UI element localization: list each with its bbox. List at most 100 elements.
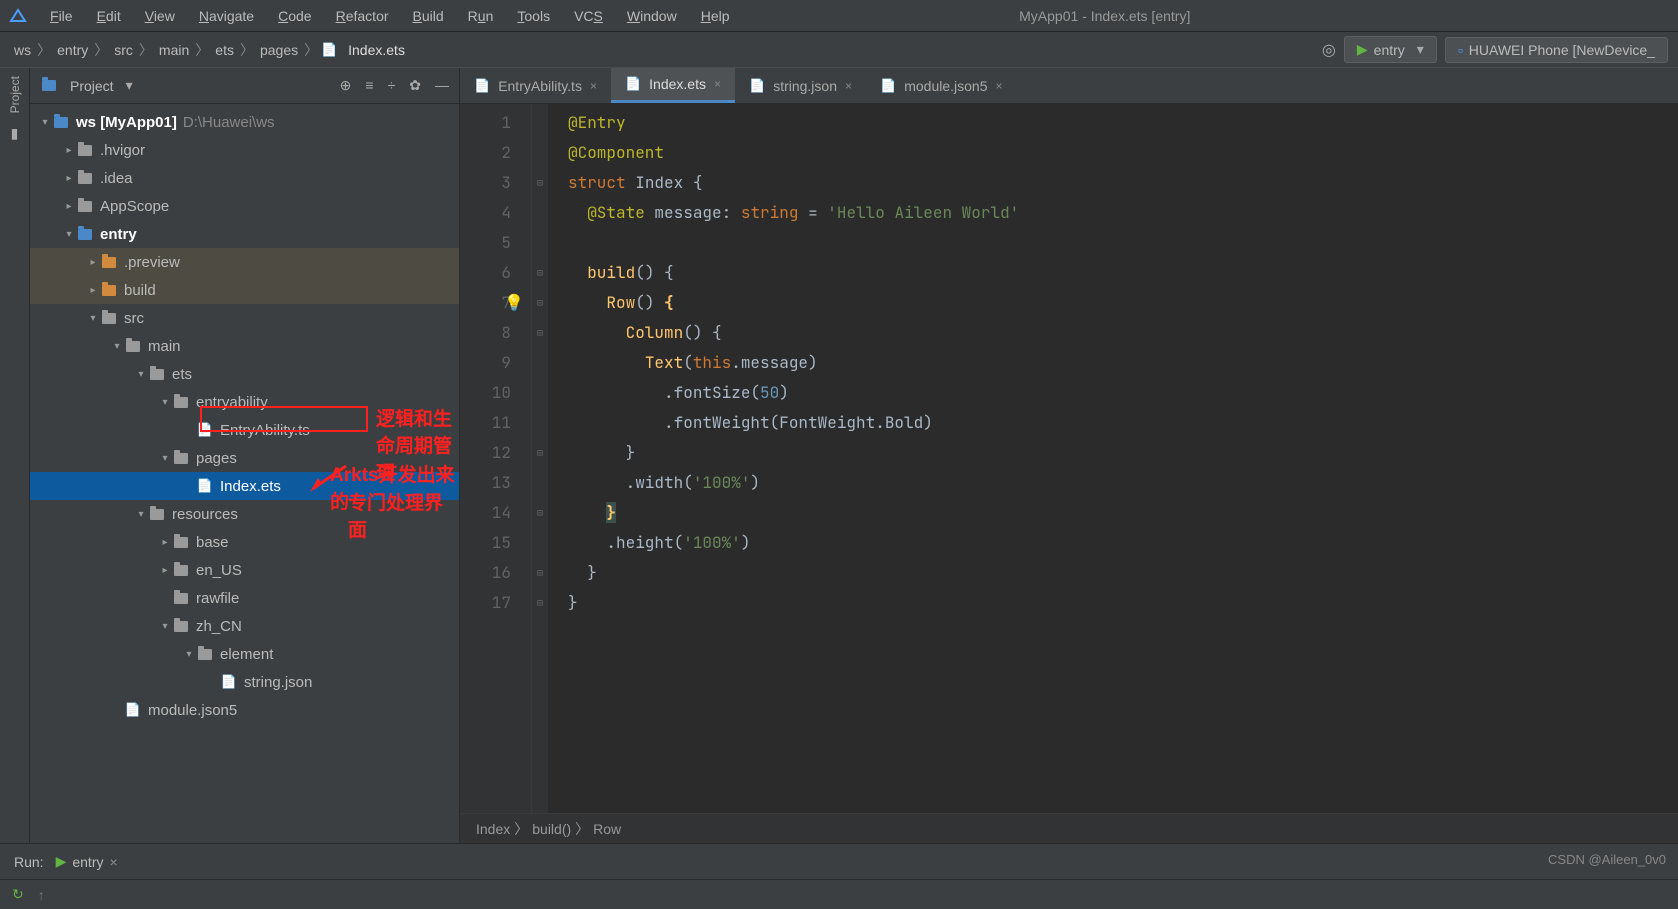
window-title: MyApp01 - Index.ets [entry]: [740, 8, 1671, 24]
tree-item[interactable]: rawfile: [30, 584, 459, 612]
project-tool-button[interactable]: Project: [8, 76, 22, 113]
tree-item[interactable]: ▾entry: [30, 220, 459, 248]
tree-item[interactable]: ▸base: [30, 528, 459, 556]
tree-item[interactable]: ▾ets: [30, 360, 459, 388]
tree-root[interactable]: ▾ ws [MyApp01] D:\Huawei\ws: [30, 108, 459, 136]
tree-item[interactable]: ▸AppScope: [30, 192, 459, 220]
folder-icon: [172, 618, 190, 634]
folder-icon: [100, 254, 118, 270]
ed-crumb[interactable]: build(): [532, 821, 571, 837]
tree-item[interactable]: ▾main: [30, 332, 459, 360]
menu-navigate[interactable]: Navigate: [189, 5, 264, 27]
tree-item[interactable]: 📄Index.ets: [30, 472, 459, 500]
bulb-icon[interactable]: 💡: [504, 288, 524, 318]
menu-window[interactable]: Window: [617, 5, 687, 27]
run-config-selector[interactable]: ▶entry: [1344, 36, 1437, 63]
menu-code[interactable]: Code: [268, 5, 321, 27]
navigation-bar: ws〉 entry〉 src〉 main〉 ets〉 pages〉 📄 Inde…: [0, 32, 1678, 68]
folder-icon: [172, 450, 190, 466]
crumb-pages[interactable]: pages: [256, 42, 302, 58]
editor-tabs: 📄EntryAbility.ts×📄Index.ets×📄string.json…: [460, 68, 1678, 104]
line-gutter: 💡 1234567891011121314151617: [460, 104, 532, 813]
rerun-icon[interactable]: ↻: [12, 886, 24, 903]
folder-icon: [76, 226, 94, 242]
code-content[interactable]: @Entry @Component struct Index { @State …: [548, 104, 1019, 813]
hide-icon[interactable]: —: [435, 77, 449, 94]
crumb-ets[interactable]: ets: [211, 42, 238, 58]
crumb-index[interactable]: Index.ets: [344, 42, 409, 58]
folder-icon: [172, 590, 190, 606]
file-icon: 📄: [124, 702, 142, 718]
ets-file-icon: 📄: [320, 42, 338, 58]
ed-crumb[interactable]: Index: [476, 821, 510, 837]
menu-build[interactable]: Build: [403, 5, 454, 27]
crumb-ws[interactable]: ws: [10, 42, 35, 58]
menu-edit[interactable]: Edit: [87, 5, 131, 27]
editor-tab[interactable]: 📄module.json5×: [866, 68, 1016, 103]
tree-item[interactable]: ▸.preview: [30, 248, 459, 276]
folder-icon: [172, 394, 190, 410]
folder-icon: [172, 562, 190, 578]
editor-breadcrumb: Index〉 build()〉 Row: [460, 813, 1678, 843]
collapse-icon[interactable]: ÷: [388, 77, 396, 94]
tree-item[interactable]: ▸.hvigor: [30, 136, 459, 164]
tree-item[interactable]: ▾pages: [30, 444, 459, 472]
close-icon[interactable]: ×: [714, 77, 721, 91]
locate-icon[interactable]: ⊕: [340, 77, 352, 94]
tree-item[interactable]: ▾src: [30, 304, 459, 332]
crumb-entry[interactable]: entry: [53, 42, 92, 58]
tree-item[interactable]: ▸build: [30, 276, 459, 304]
device-selector[interactable]: ▫HUAWEI Phone [NewDevice_: [1445, 37, 1668, 63]
expand-icon[interactable]: ≡: [365, 77, 373, 94]
crumb-src[interactable]: src: [110, 42, 137, 58]
editor-tab[interactable]: 📄string.json×: [735, 68, 866, 103]
menu-file[interactable]: File: [40, 5, 83, 27]
folder-icon: [76, 198, 94, 214]
tree-item[interactable]: ▾element: [30, 640, 459, 668]
folder-icon: [76, 142, 94, 158]
ed-crumb[interactable]: Row: [593, 821, 621, 837]
tree-item[interactable]: ▸.idea: [30, 164, 459, 192]
project-view-selector[interactable]: Project: [40, 77, 133, 94]
menu-help[interactable]: Help: [691, 5, 740, 27]
tree-item[interactable]: 📄EntryAbility.ts: [30, 416, 459, 444]
menu-tools[interactable]: Tools: [507, 5, 560, 27]
menu-view[interactable]: View: [135, 5, 185, 27]
bookmark-icon[interactable]: ▮: [11, 125, 19, 142]
settings-icon[interactable]: ✿: [409, 77, 421, 94]
tree-item[interactable]: ▾resources: [30, 500, 459, 528]
file-icon: 📄: [625, 76, 641, 92]
run-config-tab[interactable]: ▶entry×: [56, 853, 118, 870]
folder-icon: [100, 310, 118, 326]
crumb-main[interactable]: main: [155, 42, 193, 58]
close-icon[interactable]: ×: [995, 79, 1002, 93]
sync-icon[interactable]: ◎: [1322, 40, 1336, 60]
main-menu: File Edit View Navigate Code Refactor Bu…: [40, 5, 740, 27]
fold-gutter[interactable]: ⊟⊟⊟⊟⊟⊟⊟⊟: [532, 104, 548, 813]
tree-item[interactable]: ▾entryability: [30, 388, 459, 416]
file-icon: 📄: [880, 78, 896, 94]
tree-item[interactable]: 📄string.json: [30, 668, 459, 696]
menu-refactor[interactable]: Refactor: [326, 5, 399, 27]
tree-item[interactable]: ▸en_US: [30, 556, 459, 584]
file-icon: 📄: [749, 78, 765, 94]
project-tree[interactable]: ▾ ws [MyApp01] D:\Huawei\ws ▸.hvigor▸.id…: [30, 104, 459, 843]
folder-icon: [172, 534, 190, 550]
close-icon[interactable]: ×: [590, 79, 597, 93]
file-icon: 📄: [474, 78, 490, 94]
up-icon[interactable]: ↑: [38, 887, 45, 903]
left-tool-strip: Project ▮: [0, 68, 30, 843]
menu-run[interactable]: Run: [458, 5, 504, 27]
menu-vcs[interactable]: VCS: [564, 5, 613, 27]
folder-icon: [148, 366, 166, 382]
editor-tab[interactable]: 📄Index.ets×: [611, 68, 735, 103]
menu-bar: File Edit View Navigate Code Refactor Bu…: [0, 0, 1678, 32]
folder-icon: [76, 170, 94, 186]
code-editor[interactable]: 💡 1234567891011121314151617 ⊟⊟⊟⊟⊟⊟⊟⊟ @En…: [460, 104, 1678, 813]
editor-tab[interactable]: 📄EntryAbility.ts×: [460, 68, 611, 103]
status-bar: ↻ ↑: [0, 879, 1678, 909]
tree-item[interactable]: ▾zh_CN: [30, 612, 459, 640]
close-icon[interactable]: ×: [845, 79, 852, 93]
tree-item[interactable]: 📄module.json5: [30, 696, 459, 724]
file-icon: 📄: [220, 674, 238, 690]
